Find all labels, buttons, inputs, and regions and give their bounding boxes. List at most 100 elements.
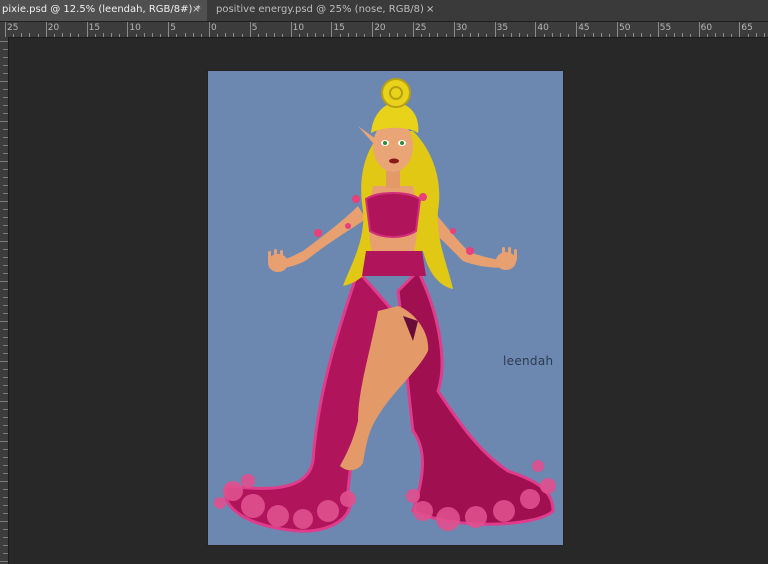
ruler-minor-tick	[380, 34, 382, 37]
ruler-tick-label: 20	[374, 23, 386, 33]
ruler-major-tick	[290, 22, 292, 37]
ruler-minor-tick	[755, 33, 757, 37]
tab-positive-energy[interactable]: positive energy.psd @ 25% (nose, RGB/8) …	[214, 0, 440, 21]
ruler-minor-tick	[706, 34, 708, 37]
vertical-ruler[interactable]	[0, 37, 9, 564]
left-hand	[268, 249, 288, 272]
ruler-minor-tick	[217, 34, 219, 37]
ruler-minor-tick	[445, 34, 447, 37]
close-icon[interactable]: ×	[192, 0, 200, 20]
ruler-minor-tick	[649, 34, 651, 37]
ruler-minor-tick	[3, 97, 8, 98]
ruler-minor-tick	[0, 281, 8, 282]
ruler-major-tick	[535, 22, 537, 37]
document-tab-bar: pixie.psd @ 12.5% (leendah, RGB/8#) * × …	[0, 0, 768, 22]
ruler-minor-tick	[364, 34, 366, 37]
ruler-minor-tick	[763, 33, 765, 37]
ruler-major-tick	[249, 22, 251, 37]
ruler-major-tick	[331, 22, 333, 37]
ruler-minor-tick	[37, 34, 39, 37]
ruler-minor-tick	[3, 289, 8, 290]
tab-pixie-label: pixie.psd @ 12.5% (leendah, RGB/8#) *	[2, 4, 201, 15]
ruler-minor-tick	[3, 57, 8, 58]
ruler-minor-tick	[665, 34, 667, 37]
ruler-minor-tick	[568, 34, 570, 37]
ruler-minor-tick	[600, 33, 602, 37]
ruler-minor-tick	[3, 433, 8, 434]
ruler-minor-tick	[3, 329, 8, 330]
ruler-minor-tick	[3, 233, 8, 234]
ruler-minor-tick	[13, 34, 15, 37]
ruler-minor-tick	[323, 34, 325, 37]
ruler-minor-tick	[543, 34, 545, 37]
ruler-minor-tick	[478, 33, 480, 37]
ruler-minor-tick	[306, 33, 308, 37]
ruler-tick-label: 35	[496, 23, 509, 33]
ruler-major-tick	[698, 22, 700, 37]
ruler-major-tick	[168, 22, 170, 37]
ruler-minor-tick	[0, 521, 8, 522]
document-canvas[interactable]: leendah	[208, 71, 563, 545]
ruler-minor-tick	[3, 385, 8, 386]
ruler-minor-tick	[510, 33, 512, 37]
ruler-minor-tick	[747, 34, 749, 37]
ruler-minor-tick	[527, 34, 529, 37]
ruler-minor-tick	[437, 33, 439, 37]
ruler-tick-label: 10	[129, 23, 141, 33]
ruler-tick-label: 55	[659, 23, 672, 33]
ruler-minor-tick	[0, 201, 8, 202]
ruler-tick-label: 5	[170, 23, 176, 33]
ruler-minor-tick	[0, 161, 8, 162]
horizontal-ruler[interactable]: 25 20 15 10 5 0 5 10 15 20 25 30 35 40 45 50 55 60 65	[0, 22, 768, 38]
ruler-minor-tick	[151, 33, 153, 37]
ruler-minor-tick	[3, 113, 8, 114]
ruler-minor-tick	[192, 33, 194, 37]
ruler-minor-tick	[0, 401, 8, 402]
ruler-minor-tick	[396, 33, 398, 37]
ruler-minor-tick	[608, 34, 610, 37]
ruler-minor-tick	[3, 449, 8, 450]
ruler-minor-tick	[3, 425, 8, 426]
ruler-minor-tick	[347, 33, 349, 37]
close-icon[interactable]: ×	[426, 0, 434, 20]
artist-signature: leendah	[503, 354, 554, 368]
ruler-minor-tick	[3, 305, 8, 306]
ruler-minor-tick	[119, 34, 121, 37]
ruler-minor-tick	[3, 513, 8, 514]
ruler-tick-label: 60	[700, 23, 713, 33]
ruler-minor-tick	[674, 33, 676, 37]
ruler-minor-tick	[282, 34, 284, 37]
ruler-major-tick	[657, 22, 659, 37]
ruler-minor-tick	[3, 73, 8, 74]
ruler-minor-tick	[0, 81, 8, 82]
ruler-minor-tick	[3, 457, 8, 458]
ruler-minor-tick	[0, 441, 8, 442]
ruler-minor-tick	[3, 553, 8, 554]
ruler-minor-tick	[257, 34, 259, 37]
ruler-minor-tick	[111, 33, 113, 37]
ruler-tick-label: 45	[578, 23, 590, 33]
ruler-major-tick	[494, 22, 496, 37]
ruler-minor-tick	[102, 33, 104, 37]
ruler-tick-label: 65	[741, 23, 753, 33]
ruler-minor-tick	[519, 33, 521, 37]
ruler-minor-tick	[3, 497, 8, 498]
right-hand	[496, 247, 517, 270]
ruler-tick-label: 20	[47, 23, 60, 33]
ruler-minor-tick	[135, 34, 137, 37]
ruler-major-tick	[127, 22, 129, 37]
ruler-minor-tick	[233, 33, 235, 37]
ruler-major-tick	[372, 22, 374, 37]
hair-bun	[381, 78, 411, 108]
tab-pixie[interactable]: pixie.psd @ 12.5% (leendah, RGB/8#) * ×	[0, 0, 207, 21]
ruler-minor-tick	[3, 89, 8, 90]
ruler-minor-tick	[355, 33, 357, 37]
ruler-minor-tick	[3, 209, 8, 210]
dress-right-tail	[396, 268, 555, 526]
ruler-minor-tick	[3, 193, 8, 194]
ruler-tick-label: 5	[251, 23, 258, 33]
ruler-minor-tick	[461, 34, 463, 37]
ruler-minor-tick	[0, 41, 8, 42]
ruler-minor-tick	[266, 33, 268, 37]
ruler-minor-tick	[176, 34, 178, 37]
